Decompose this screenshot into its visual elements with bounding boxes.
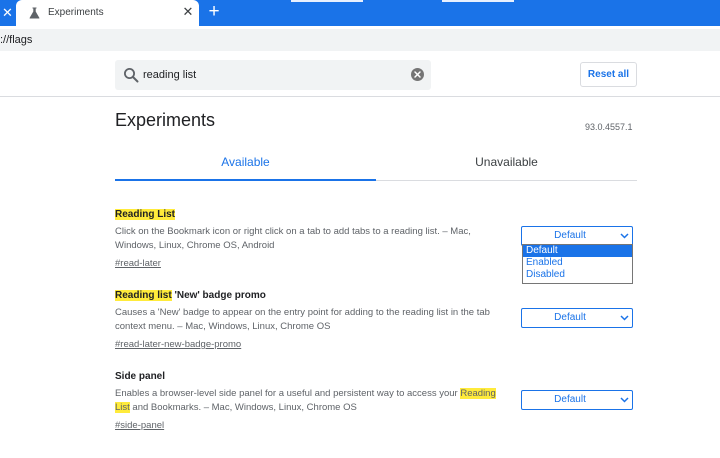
- tab-available[interactable]: Available: [115, 145, 376, 181]
- select-dropdown-list: Default Enabled Disabled: [522, 244, 633, 284]
- close-icon[interactable]: ✕: [0, 0, 14, 26]
- dropdown-option-enabled[interactable]: Enabled: [523, 257, 632, 269]
- flag-link[interactable]: #read-later: [115, 257, 161, 271]
- flag-entry: Reading list 'New' badge promo Causes a …: [115, 289, 637, 352]
- tab-title: Experiments: [48, 7, 104, 18]
- highlighted-match: Reading list: [115, 290, 172, 301]
- version-number: 93.0.4557.1: [585, 122, 633, 132]
- flag-select[interactable]: Default: [521, 226, 633, 246]
- flag-select[interactable]: Default: [521, 308, 633, 328]
- reset-all-button[interactable]: Reset all: [580, 62, 637, 87]
- toolbar: ://flags: [0, 26, 720, 54]
- flag-link[interactable]: #read-later-new-badge-promo: [115, 338, 241, 352]
- tab-strip-edge: [291, 0, 363, 2]
- tab-strip: ✕ Experiments ✕ +: [0, 0, 720, 26]
- flag-name: Reading list 'New' badge promo: [115, 289, 637, 302]
- url-text[interactable]: ://flags: [0, 34, 32, 46]
- flag-name: Side panel: [115, 370, 637, 383]
- flags-header: Reset all: [0, 54, 720, 97]
- close-icon[interactable]: ✕: [180, 4, 196, 20]
- clear-search-icon[interactable]: [411, 68, 424, 81]
- search-box[interactable]: [115, 60, 431, 90]
- flask-icon: [29, 7, 40, 19]
- flag-description: Enables a browser-level side panel for a…: [115, 387, 507, 415]
- tab-strip-edge: [442, 0, 514, 2]
- dropdown-option-default[interactable]: Default: [523, 245, 632, 257]
- select-value: Default: [554, 230, 586, 241]
- flag-name: Reading List: [115, 208, 637, 221]
- chevron-down-icon: [620, 315, 629, 321]
- search-icon: [124, 68, 139, 83]
- flag-entry: Side panel Enables a browser-level side …: [115, 370, 637, 433]
- plus-icon[interactable]: +: [203, 1, 225, 23]
- flag-description-text: and Bookmarks. – Mac, Windows, Linux, Ch…: [129, 402, 357, 413]
- select-value: Default: [554, 312, 586, 323]
- chevron-down-icon: [620, 233, 629, 239]
- flag-description: Causes a 'New' badge to appear on the en…: [115, 306, 507, 334]
- omnibox[interactable]: ://flags: [0, 29, 720, 51]
- highlighted-match: Reading List: [115, 209, 176, 220]
- flag-description-text: Causes a 'New' badge to appear on the en…: [115, 307, 490, 332]
- select-value: Default: [554, 394, 586, 405]
- flag-name-rest: Side panel: [115, 371, 166, 382]
- flag-description-text: Click on the Bookmark icon or right clic…: [115, 226, 471, 251]
- tab-unavailable[interactable]: Unavailable: [376, 145, 637, 180]
- flag-select[interactable]: Default: [521, 390, 633, 410]
- tab-bar: Available Unavailable: [115, 145, 637, 181]
- chevron-down-icon: [620, 397, 629, 403]
- dropdown-option-disabled[interactable]: Disabled: [523, 269, 632, 281]
- flag-description-text: Enables a browser-level side panel for a…: [115, 388, 461, 399]
- search-input[interactable]: [143, 67, 403, 83]
- page-title: Experiments: [115, 110, 216, 130]
- flag-name-rest: 'New' badge promo: [171, 290, 266, 301]
- flag-link[interactable]: #side-panel: [115, 419, 164, 433]
- tab-experiments[interactable]: Experiments ✕: [16, 0, 199, 26]
- flag-description: Click on the Bookmark icon or right clic…: [115, 225, 507, 253]
